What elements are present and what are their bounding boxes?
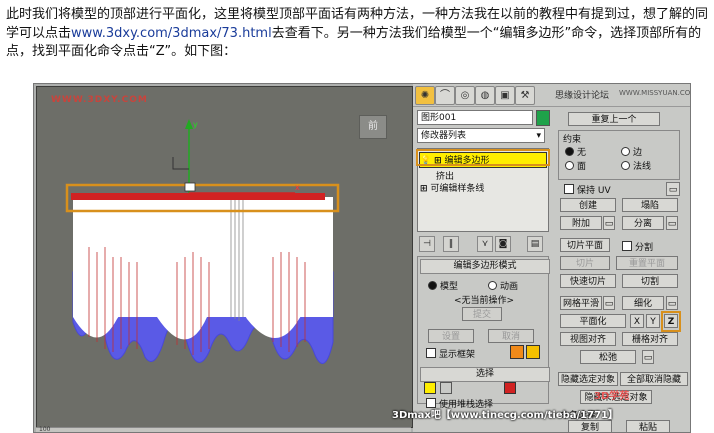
display-icon[interactable]: ◍ bbox=[475, 86, 495, 105]
split-checkbox[interactable]: 分割 bbox=[622, 240, 653, 253]
command-panel: ✺ ⌒ ◎ ◍ ▣ ⚒ 思缘设计论坛 WWW.MISSYUAN.COM 图形00… bbox=[413, 84, 690, 432]
meshsmooth-settings-icon[interactable]: ▭ bbox=[603, 296, 615, 310]
constraint-edge-radio[interactable]: 边 bbox=[621, 145, 642, 158]
attach-settings-icon[interactable]: ▭ bbox=[603, 216, 615, 230]
embedded-screenshot: WWW.3DXY.COM 前 y x 100 ✺ ⌒ ◎ ◍ ▣ ⚒ 思缘设计论… bbox=[33, 83, 691, 433]
cancel-button[interactable]: 取消 bbox=[488, 329, 534, 343]
constraint-normal-radio[interactable]: 法线 bbox=[621, 159, 651, 172]
edit-poly-mode-rollout: 编辑多边形模式 模型 动画 <无当前操作> 提交 设置 取消 显示框架 选择 使… bbox=[417, 256, 550, 410]
tessellate-settings-icon[interactable]: ▭ bbox=[666, 296, 678, 310]
model-radio[interactable]: 模型 bbox=[428, 279, 458, 292]
expand-icon: ⊞ bbox=[420, 184, 428, 194]
model-body-white bbox=[73, 197, 333, 340]
unique-icon[interactable]: ⋎ bbox=[477, 236, 493, 252]
view-align-button[interactable]: 视图对齐 bbox=[560, 332, 616, 346]
preserve-uv-settings-icon[interactable]: ▭ bbox=[666, 182, 680, 196]
forum-label: 思缘设计论坛 bbox=[555, 91, 610, 101]
edge-select-icon[interactable] bbox=[440, 382, 452, 394]
commit-button[interactable]: 提交 bbox=[462, 307, 502, 321]
gizmo-plane-corner bbox=[172, 157, 189, 170]
show-end-icon[interactable]: ‖ bbox=[443, 236, 459, 252]
tessellate-button[interactable]: 细化 bbox=[622, 296, 664, 310]
z-button-highlight bbox=[661, 311, 681, 332]
animate-radio[interactable]: 动画 bbox=[488, 279, 518, 292]
constraints-group: 约束 无 边 面 法线 bbox=[558, 130, 680, 180]
sun-icon[interactable]: ✺ bbox=[415, 86, 435, 105]
no-current-op: <无当前操作> bbox=[454, 296, 515, 306]
copy-button[interactable]: 复制 bbox=[568, 420, 612, 432]
preserve-uv-checkbox[interactable]: 保持 UV bbox=[564, 183, 611, 196]
selection-rollout-header[interactable]: 选择 bbox=[420, 367, 550, 382]
watermark-logo: 3D学苑 bbox=[594, 391, 630, 402]
stack-item-editable-spline[interactable]: ⊞ 可编辑样条线 bbox=[420, 181, 484, 194]
detach-settings-icon[interactable]: ▭ bbox=[666, 216, 678, 230]
configure-icon[interactable]: ▤ bbox=[527, 236, 543, 252]
constraint-none-radio[interactable]: 无 bbox=[565, 145, 586, 158]
unhide-all-button[interactable]: 全部取消隐藏 bbox=[620, 372, 688, 386]
command-panel-tabs: ✺ ⌒ ◎ ◍ ▣ ⚒ 思缘设计论坛 WWW.MISSYUAN.COM bbox=[413, 84, 690, 107]
vertex-select-icon[interactable] bbox=[424, 382, 436, 394]
article-paragraph: 此时我们将模型的顶部进行平面化，这里将模型顶部平面话有两种方法，一种方法我在以前… bbox=[6, 6, 710, 62]
collapse-button[interactable]: 塌陷 bbox=[622, 198, 678, 212]
polygon-select-icon[interactable] bbox=[504, 382, 516, 394]
relax-settings-icon[interactable]: ▭ bbox=[642, 350, 654, 364]
make-planar-button[interactable]: 平面化 bbox=[560, 314, 626, 328]
planar-x-button[interactable]: X bbox=[630, 314, 644, 328]
constraint-face-radio[interactable]: 面 bbox=[565, 159, 586, 172]
svg-text:x: x bbox=[295, 183, 300, 192]
stack-highlight-box bbox=[416, 149, 550, 166]
quickslice-button[interactable]: 快速切片 bbox=[560, 274, 616, 288]
watermark-text: 3Dmax吧【www.tinecg.com/tieba/1771】 bbox=[392, 410, 618, 421]
gizmo-center bbox=[184, 182, 196, 192]
paste-button[interactable]: 粘贴 bbox=[626, 420, 670, 432]
front-viewport[interactable]: WWW.3DXY.COM 前 y x bbox=[36, 86, 413, 428]
grid-align-button[interactable]: 栅格对齐 bbox=[622, 332, 678, 346]
rollout-header[interactable]: 编辑多边形模式 bbox=[420, 259, 550, 274]
slice-button[interactable]: 切片 bbox=[560, 256, 610, 270]
model-drawing: y x bbox=[65, 119, 340, 364]
remove-modifier-icon[interactable]: ◙ bbox=[495, 236, 511, 252]
wrench-icon[interactable]: ⚒ bbox=[515, 86, 535, 105]
create-button[interactable]: 创建 bbox=[560, 198, 616, 212]
reset-plane-button[interactable]: 重置平面 bbox=[616, 256, 678, 270]
svg-text:y: y bbox=[193, 120, 198, 129]
article-link[interactable]: www.3dxy.com/3dmax/73.html bbox=[71, 26, 272, 41]
attach-button[interactable]: 附加 bbox=[560, 216, 602, 230]
constraints-label: 约束 bbox=[563, 135, 582, 145]
time-ruler[interactable]: 100 bbox=[36, 426, 411, 432]
hide-selected-button[interactable]: 隐藏选定对象 bbox=[558, 372, 618, 386]
object-name-field[interactable]: 图形001 bbox=[417, 110, 533, 125]
forum-url: WWW.MISSYUAN.COM bbox=[619, 89, 691, 97]
object-color-swatch[interactable] bbox=[536, 110, 550, 126]
cage-color-2[interactable] bbox=[526, 345, 540, 359]
stack-toolbar: ⊣ ‖ ⋎ ◙ ▤ bbox=[417, 236, 547, 252]
pin-icon[interactable]: ⊣ bbox=[419, 236, 435, 252]
slice-plane-button[interactable]: 切片平面 bbox=[560, 238, 610, 252]
settings-button[interactable]: 设置 bbox=[428, 329, 474, 343]
edit-geometry-column: 重复上一个 约束 无 边 面 法线 保持 UV ▭ 创建 塌陷 附加 ▭ 分离 … bbox=[556, 108, 690, 432]
cut-button[interactable]: 切割 bbox=[622, 274, 678, 288]
planar-y-button[interactable]: Y bbox=[646, 314, 660, 328]
model-top-edge bbox=[71, 193, 325, 200]
repeat-last-button[interactable]: 重复上一个 bbox=[568, 112, 660, 126]
gizmo-y-arrow bbox=[185, 119, 193, 129]
chevron-down-icon: ▾ bbox=[536, 131, 541, 141]
meshsmooth-button[interactable]: 网格平滑 bbox=[560, 296, 602, 310]
modifier-list-dropdown[interactable]: 修改器列表 ▾ bbox=[417, 128, 545, 143]
curve-icon[interactable]: ⌒ bbox=[435, 86, 455, 105]
cage-color-1[interactable] bbox=[510, 345, 524, 359]
motion-icon[interactable]: ◎ bbox=[455, 86, 475, 105]
utilities-icon[interactable]: ▣ bbox=[495, 86, 515, 105]
modifier-column: 图形001 修改器列表 ▾ 💡 ⊞ 编辑多边形 挤出 ⊞ 可编辑样条线 ⊣ ‖ ⋎… bbox=[415, 108, 550, 432]
detach-button[interactable]: 分离 bbox=[622, 216, 664, 230]
relax-button[interactable]: 松弛 bbox=[580, 350, 636, 364]
show-cage-checkbox[interactable]: 显示框架 bbox=[426, 347, 475, 360]
